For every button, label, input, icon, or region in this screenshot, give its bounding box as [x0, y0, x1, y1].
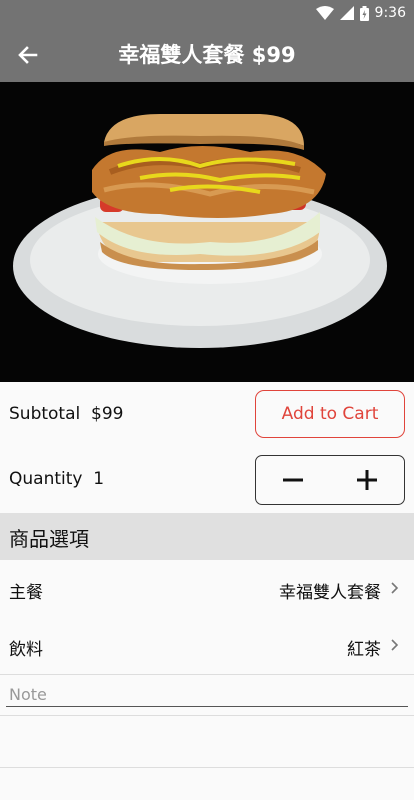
sandwich-image	[0, 82, 414, 382]
app-bar: 幸福雙人套餐 $99	[0, 28, 414, 82]
product-image	[0, 82, 414, 382]
quantity-stepper	[255, 455, 405, 505]
subtotal-value: $99	[91, 404, 124, 424]
plus-icon	[357, 470, 377, 490]
add-to-cart-button[interactable]: Add to Cart	[255, 390, 405, 438]
option-row-main[interactable]: 主餐 幸福雙人套餐	[0, 560, 414, 618]
subtotal-row: Subtotal $99 Add to Cart	[0, 382, 414, 447]
decrease-quantity-button[interactable]	[256, 456, 330, 504]
option-label: 飲料	[9, 640, 43, 660]
page-title: 幸福雙人套餐 $99	[118, 43, 296, 67]
note-input[interactable]	[6, 683, 408, 707]
minus-icon	[283, 478, 303, 482]
quantity-value: 1	[93, 469, 105, 489]
divider	[0, 767, 414, 768]
chevron-right-icon	[391, 639, 399, 651]
signal-icon	[339, 6, 354, 20]
quantity-row: Quantity 1	[0, 447, 414, 513]
status-icons: 9:36	[315, 5, 406, 21]
status-bar: 9:36	[0, 0, 414, 28]
option-row-drink[interactable]: 飲料 紅茶	[0, 617, 414, 675]
options-header-label: 商品選項	[9, 527, 89, 551]
divider	[0, 715, 414, 716]
option-label: 主餐	[9, 583, 43, 603]
chevron-right-icon	[391, 582, 399, 594]
option-value: 幸福雙人套餐	[279, 583, 381, 603]
battery-icon	[359, 5, 369, 21]
options-section-header: 商品選項	[0, 513, 414, 560]
quantity-label: Quantity 1	[9, 469, 105, 489]
subtotal-label: Subtotal $99	[9, 404, 124, 424]
increase-quantity-button[interactable]	[330, 456, 404, 504]
status-time: 9:36	[374, 5, 406, 21]
wifi-icon	[315, 6, 334, 20]
option-value: 紅茶	[347, 640, 381, 660]
